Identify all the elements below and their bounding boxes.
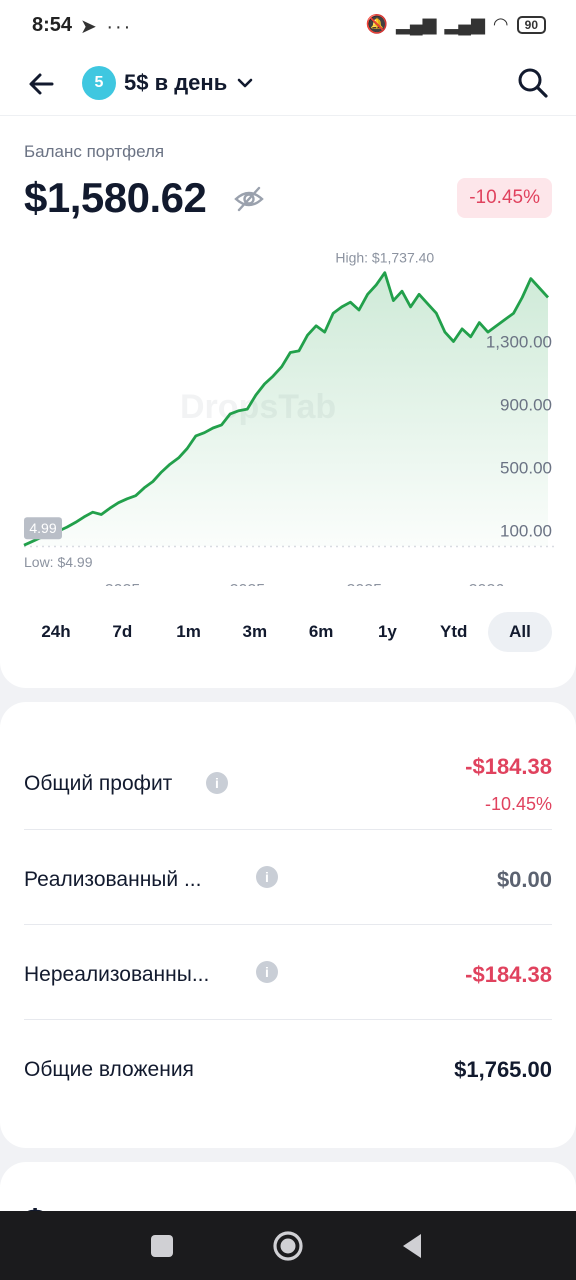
info-icon[interactable]: i [206, 772, 228, 794]
stats-card: Общий профит i -$184.38 -10.45% Реализов… [0, 702, 576, 1148]
balance-card: Баланс портфеля $1,580.62 -10.45% DropsT… [0, 116, 576, 688]
portfolio-avatar: 5 [82, 66, 116, 100]
portfolio-selector[interactable]: 5 5$ в день [82, 66, 255, 100]
y-tick-label: 1,300.00 [486, 333, 552, 352]
stat-row-total-profit: Общий профит i -$184.38 -10.45% [24, 742, 552, 830]
chart-low-label: Low: $4.99 [24, 554, 93, 570]
time-tab-ytd[interactable]: Ytd [422, 612, 486, 652]
x-tick-label: июл. 2025 [191, 582, 266, 586]
chart-area [24, 272, 548, 546]
status-time: 8:54 [32, 14, 73, 36]
info-icon[interactable]: i [256, 961, 278, 983]
x-tick-label: окт. 2025 [316, 582, 382, 586]
arrow-left-icon [29, 73, 54, 95]
chevron-down-icon [237, 78, 253, 88]
notification-icons: ➤ ··· [80, 16, 133, 38]
system-nav-bar [0, 1211, 576, 1280]
back-nav-button[interactable] [394, 1228, 430, 1264]
signal-icon: ▂▄▆ [396, 14, 437, 34]
realized-label: Реализованный ... [24, 868, 202, 891]
chart-svg: 1,300.00 900.00 500.00 100.00 High: $1,737.4… [23, 250, 556, 586]
balance-label: Баланс портфеля [24, 142, 165, 161]
search-icon [518, 68, 548, 98]
realized-value: $0.00 [496, 867, 552, 892]
time-tab-6m[interactable]: 6m [289, 612, 353, 652]
total-profit-value: -$184.38 [465, 754, 552, 779]
time-tab-24h[interactable]: 24h [24, 612, 88, 652]
mute-icon: 🔕 [365, 14, 389, 34]
battery-icon: 90 [516, 15, 546, 34]
invested-label: Общие вложения [24, 1058, 194, 1081]
time-tab-1m[interactable]: 1m [157, 612, 221, 652]
total-profit-label: Общий профит [24, 772, 173, 795]
time-tab-7d[interactable]: 7d [90, 612, 154, 652]
time-range-tabs: 24h 7d 1m 3m 6m 1y Ytd All [24, 612, 552, 652]
signal-icon-2: ▂▄▆ [444, 14, 485, 34]
status-bar: 8:54 ➤ ··· 🔕 ▂▄▆ ▂▄▆ ◠ 90 [0, 0, 576, 54]
recents-button[interactable] [144, 1228, 180, 1264]
info-icon[interactable]: i [256, 866, 278, 888]
home-button[interactable] [270, 1228, 306, 1264]
start-value-label: 4.99 [29, 520, 56, 536]
stat-row-invested: Общие вложения $1,765.00 [24, 1020, 552, 1115]
chart-high-label: High: $1,737.40 [335, 250, 434, 266]
x-tick-label: янв. 2026 [434, 582, 505, 586]
y-tick-label: 900.00 [500, 395, 552, 414]
search-button[interactable] [516, 66, 550, 100]
y-tick-label: 100.00 [500, 521, 552, 540]
unrealized-value: -$184.38 [465, 962, 552, 987]
triangle-back-icon [403, 1234, 421, 1258]
total-profit-percent: -10.45% [484, 794, 552, 814]
unrealized-label: Нереализованны... [24, 963, 210, 986]
balance-change-badge: -10.45% [457, 178, 552, 218]
stat-row-unrealized: Нереализованны... i -$184.38 [24, 925, 552, 1020]
circle-icon [273, 1231, 303, 1261]
system-icons: 🔕 ▂▄▆ ▂▄▆ ◠ 90 [366, 14, 546, 35]
portfolio-name: 5$ в день [124, 70, 228, 95]
y-tick-label: 500.00 [500, 458, 552, 477]
wifi-icon: ◠ [492, 14, 509, 34]
back-button[interactable] [26, 68, 58, 100]
balance-value: $1,580.62 [24, 174, 207, 221]
invested-value: $1,765.00 [454, 1057, 552, 1082]
x-tick-label: мая 2025 [72, 582, 141, 586]
hide-balance-button[interactable] [234, 184, 264, 214]
time-tab-3m[interactable]: 3m [223, 612, 287, 652]
stat-row-realized: Реализованный ... i $0.00 [24, 830, 552, 925]
portfolio-chart[interactable]: DropsTab 1,300.00900.00500.00100.00High:… [0, 246, 576, 586]
eye-off-icon [234, 186, 264, 212]
square-icon [151, 1235, 173, 1257]
time-tab-all[interactable]: All [487, 612, 552, 652]
time-tab-1y[interactable]: 1y [355, 612, 419, 652]
app-header: 5 5$ в день [0, 54, 576, 116]
